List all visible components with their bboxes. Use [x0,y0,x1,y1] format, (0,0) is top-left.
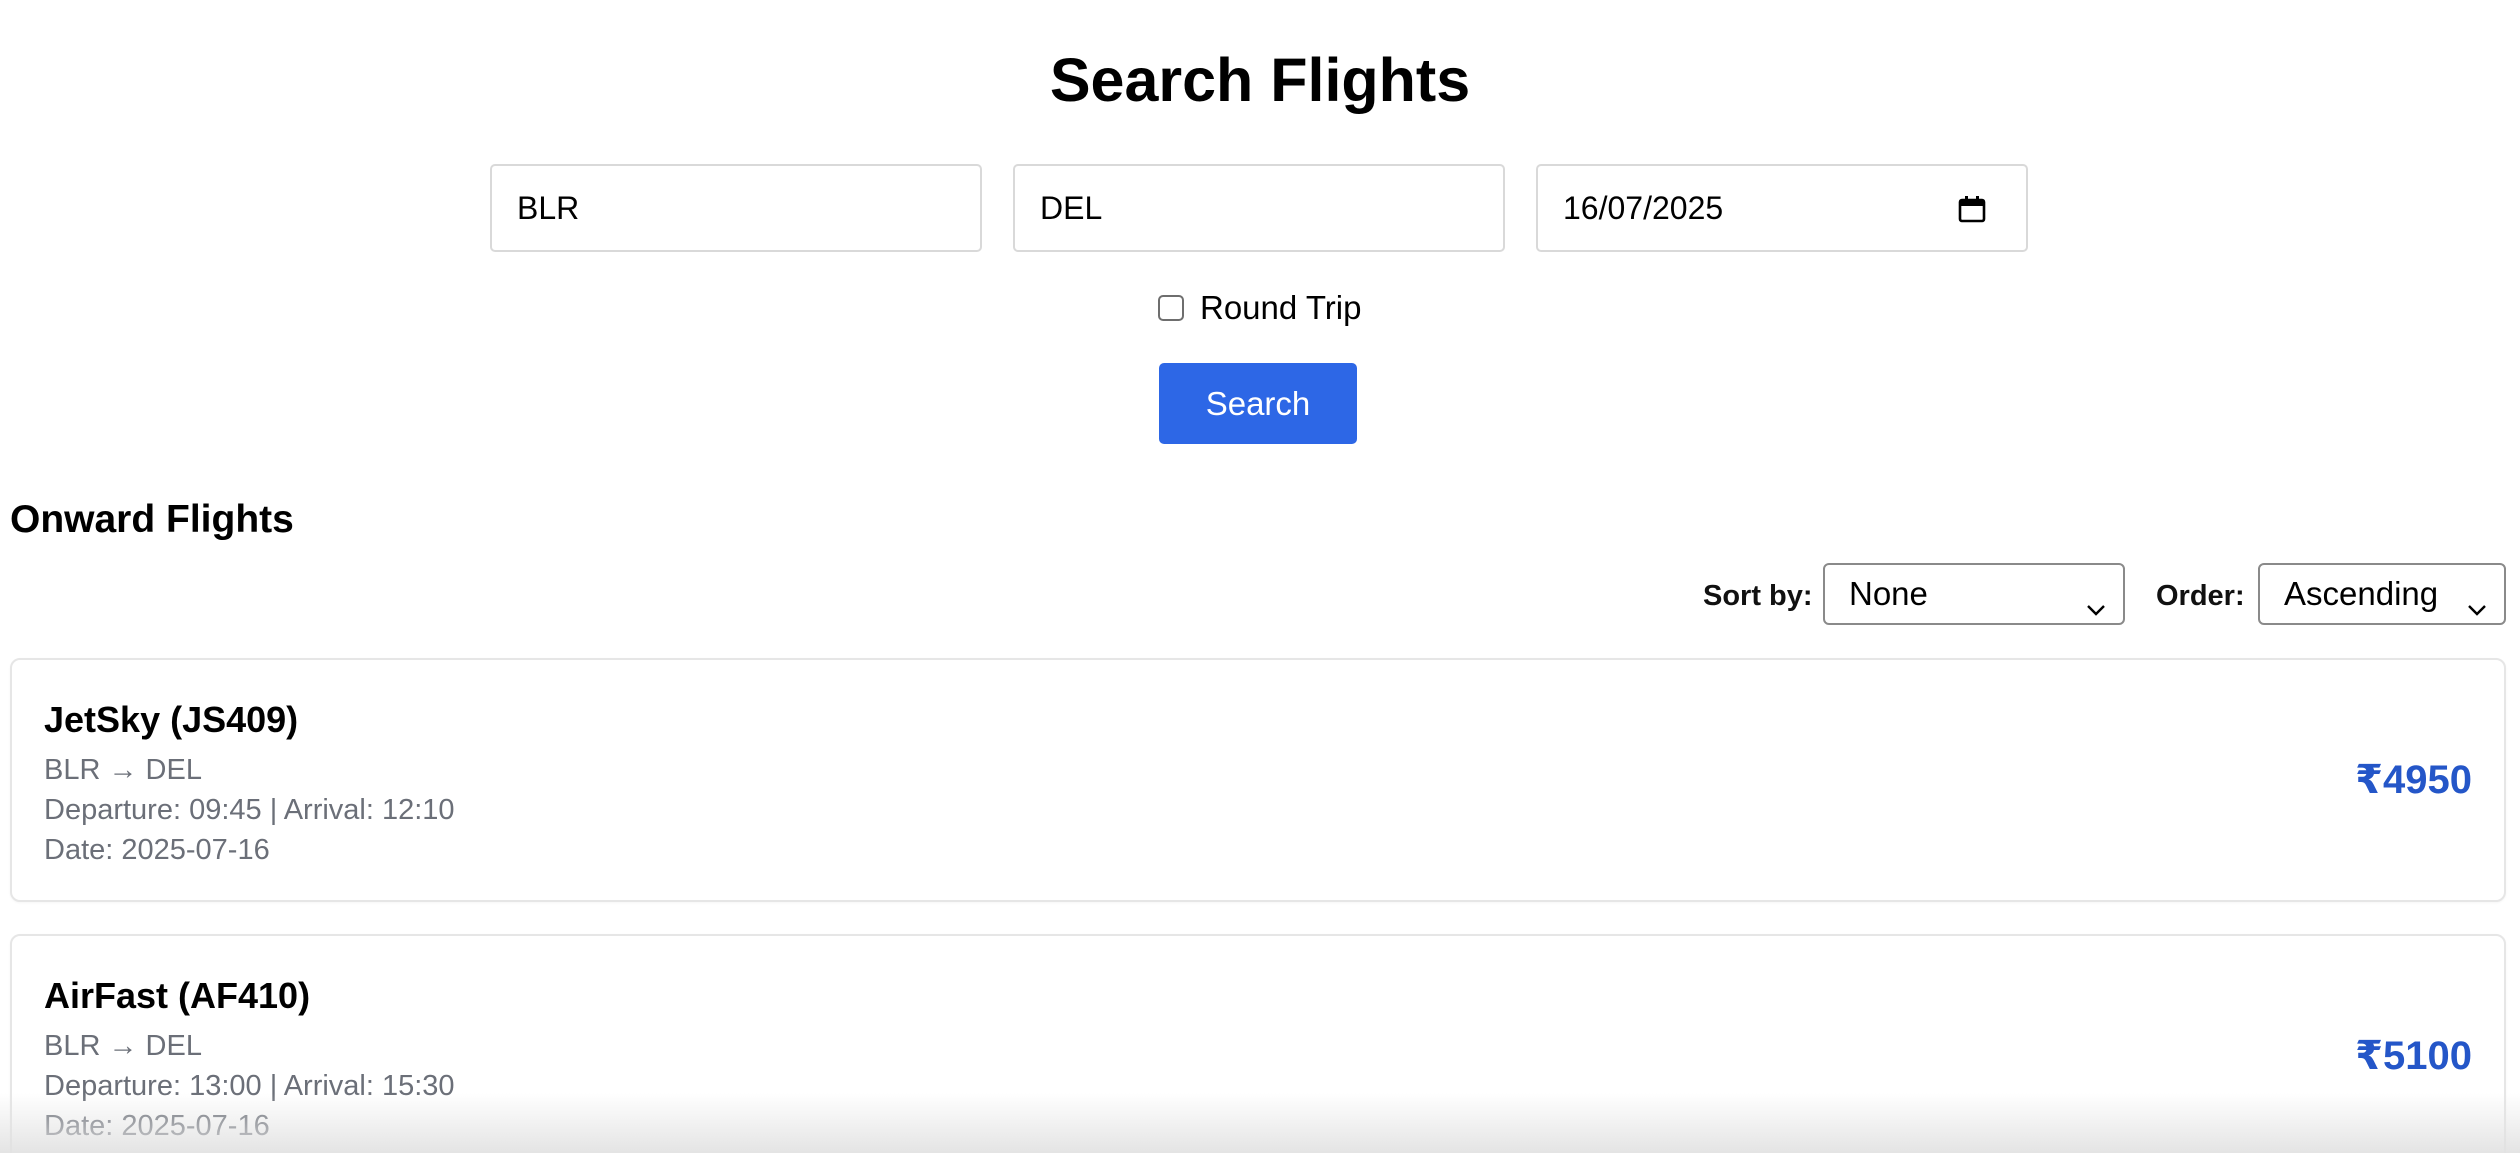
sort-by-select[interactable]: None [1823,563,2125,625]
chevron-down-icon [2466,587,2488,616]
flight-name: JetSky (JS409) [44,699,299,740]
flight-times: Departure: 13:00 | Arrival: 15:30 [44,1070,455,1102]
from-input-value: BLR [517,189,580,226]
flight-price: ₹4950 [2355,758,2472,802]
search-button[interactable]: Search [1159,363,1357,444]
flight-date: Date: 2025-07-16 [44,834,270,866]
flight-card[interactable]: AirFast (AF410) BLR → DEL Departure: 13:… [10,934,2506,1153]
page-title: Search Flights [1049,46,1471,114]
to-input-value: DEL [1040,189,1103,226]
flight-date: Date: 2025-07-16 [44,1110,270,1142]
date-input-value: 16/07/2025 [1563,189,1724,226]
flight-name: AirFast (AF410) [44,975,311,1016]
date-input[interactable]: 16/07/2025 [1536,164,2028,252]
flight-card[interactable]: JetSky (JS409) BLR → DEL Departure: 09:4… [10,658,2506,902]
flight-times: Departure: 09:45 | Arrival: 12:10 [44,794,455,826]
from-input[interactable]: BLR [490,164,982,252]
round-trip-checkbox[interactable] [1158,295,1184,321]
chevron-down-icon [2085,587,2107,616]
onward-flights-heading: Onward Flights [10,498,294,541]
calendar-icon[interactable] [1958,194,1986,223]
round-trip-label: Round Trip [1200,289,1362,326]
sort-by-value: None [1849,575,1928,612]
round-trip-toggle[interactable]: Round Trip [1158,288,1361,328]
to-input[interactable]: DEL [1013,164,1505,252]
order-select[interactable]: Ascending [2258,563,2506,625]
order-value: Ascending [2284,575,2439,612]
flight-route: BLR → DEL [44,754,202,786]
order-label: Order: [2156,580,2245,612]
flight-price: ₹5100 [2355,1034,2472,1078]
flight-search-page: Search Flights BLR DEL 16/07/2025 Round … [0,0,2520,1153]
sort-by-label: Sort by: [1703,580,1813,612]
flight-route: BLR → DEL [44,1030,202,1062]
